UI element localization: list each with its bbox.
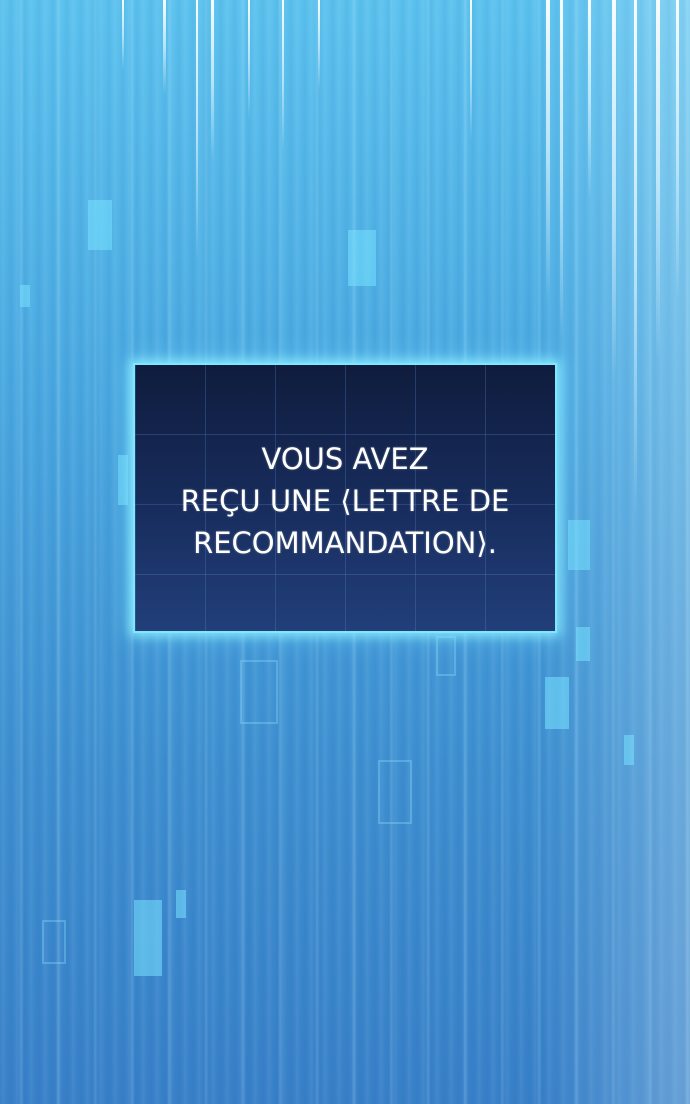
outline-block	[240, 660, 278, 724]
glow-block	[118, 455, 128, 505]
light-line	[470, 0, 472, 140]
message-line-2: REÇU UNE ⟨LETTRE DE	[180, 484, 510, 518]
message-line-3: RECOMMANDATION⟩.	[193, 526, 497, 560]
light-line	[211, 0, 214, 160]
glow-block	[176, 890, 186, 918]
light-line	[634, 0, 637, 520]
light-line	[656, 0, 660, 360]
light-line	[163, 0, 166, 95]
notification-message: VOUS AVEZ REÇU UNE ⟨LETTRE DE RECOMMANDA…	[181, 432, 510, 564]
glow-block	[568, 520, 590, 570]
light-line	[318, 0, 320, 90]
outline-block	[436, 636, 456, 676]
glow-block	[576, 627, 590, 661]
light-line	[122, 0, 124, 70]
outline-block	[378, 760, 412, 824]
glow-block	[545, 677, 569, 729]
light-line	[546, 0, 550, 300]
light-line	[196, 0, 198, 260]
glow-block	[88, 200, 112, 250]
glow-block	[348, 230, 376, 286]
light-line	[676, 0, 679, 300]
outline-block	[42, 920, 66, 964]
glow-block	[134, 900, 162, 976]
light-line	[248, 0, 250, 120]
glow-block	[20, 285, 30, 307]
glow-block	[624, 735, 634, 765]
message-line-1: VOUS AVEZ	[261, 442, 429, 476]
light-line	[612, 0, 616, 380]
game-scene: VOUS AVEZ REÇU UNE ⟨LETTRE DE RECOMMANDA…	[0, 0, 690, 1104]
light-line	[560, 0, 563, 340]
light-line	[588, 0, 591, 200]
system-notification-window: VOUS AVEZ REÇU UNE ⟨LETTRE DE RECOMMANDA…	[133, 363, 557, 633]
light-line	[282, 0, 284, 150]
